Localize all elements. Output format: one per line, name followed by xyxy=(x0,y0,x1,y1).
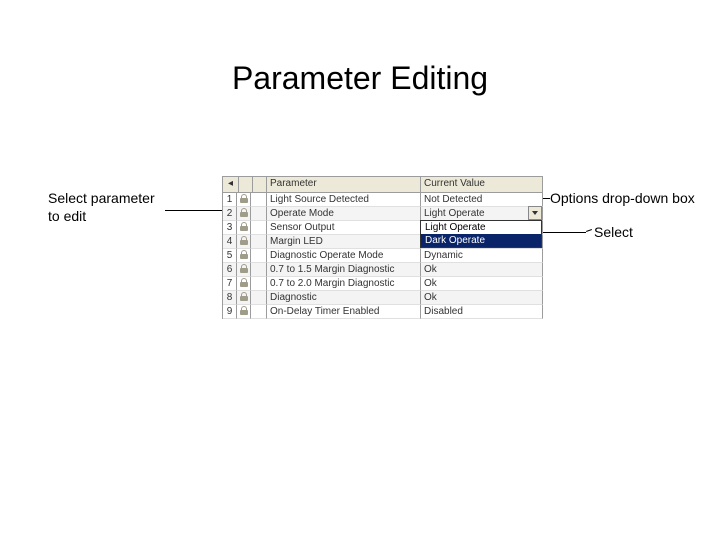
param-value[interactable]: Dynamic xyxy=(421,249,543,263)
param-name: Sensor Output xyxy=(267,221,421,235)
dropdown-list[interactable]: Light OperateDark Operate xyxy=(420,220,542,248)
row-number: 6 xyxy=(223,263,237,277)
param-name: 0.7 to 2.0 Margin Diagnostic xyxy=(267,277,421,291)
lock-icon xyxy=(237,263,251,277)
param-name: On-Delay Timer Enabled xyxy=(267,305,421,319)
table-row[interactable]: 8 DiagnosticOk xyxy=(223,291,543,305)
row-spacer xyxy=(251,291,267,305)
table-row[interactable]: 1 Light Source DetectedNot Detected xyxy=(223,193,543,207)
callout-line-right-2a xyxy=(540,232,586,233)
param-name: Light Source Detected xyxy=(267,193,421,207)
dropdown-option[interactable]: Light Operate xyxy=(421,221,541,234)
lock-icon xyxy=(237,305,251,319)
table-row[interactable]: 5 Diagnostic Operate ModeDynamic xyxy=(223,249,543,263)
lock-icon xyxy=(237,277,251,291)
param-value[interactable]: Ok xyxy=(421,263,543,277)
param-name: Margin LED xyxy=(267,235,421,249)
dropdown-toggle[interactable] xyxy=(528,206,542,220)
row-spacer xyxy=(251,207,267,221)
lock-icon xyxy=(237,221,251,235)
param-value[interactable]: Ok xyxy=(421,291,543,305)
row-spacer xyxy=(251,305,267,319)
param-value[interactable]: Not Detected xyxy=(421,193,543,207)
lock-icon xyxy=(237,235,251,249)
table-row[interactable]: 9 On-Delay Timer EnabledDisabled xyxy=(223,305,543,319)
callout-line-left xyxy=(165,210,222,211)
row-spacer xyxy=(251,193,267,207)
header-value[interactable]: Current Value xyxy=(421,177,543,193)
header-lock xyxy=(239,177,253,193)
row-spacer xyxy=(251,277,267,291)
row-spacer xyxy=(251,263,267,277)
row-spacer xyxy=(251,221,267,235)
row-spacer xyxy=(251,249,267,263)
table-row[interactable]: 2 Operate ModeLight Operate xyxy=(223,207,543,221)
row-number: 3 xyxy=(223,221,237,235)
lock-icon xyxy=(237,249,251,263)
lock-icon xyxy=(237,193,251,207)
row-number: 8 xyxy=(223,291,237,305)
row-number: 1 xyxy=(223,193,237,207)
table-row[interactable]: 6 0.7 to 1.5 Margin DiagnosticOk xyxy=(223,263,543,277)
row-number: 9 xyxy=(223,305,237,319)
lock-icon xyxy=(237,291,251,305)
callout-line-right-2b xyxy=(586,229,592,232)
table-header: ◂ Parameter Current Value xyxy=(223,177,543,193)
param-name: Operate Mode xyxy=(267,207,421,221)
header-num xyxy=(253,177,267,193)
dropdown-option[interactable]: Dark Operate xyxy=(421,234,541,247)
row-number: 5 xyxy=(223,249,237,263)
param-value[interactable]: Light Operate xyxy=(421,207,543,221)
row-number: 4 xyxy=(223,235,237,249)
annotation-select-parameter: Select parameterto edit xyxy=(48,190,155,225)
row-spacer xyxy=(251,235,267,249)
param-value[interactable]: Disabled xyxy=(421,305,543,319)
page-title: Parameter Editing xyxy=(0,60,720,97)
header-parameter[interactable]: Parameter xyxy=(267,177,421,193)
param-name: Diagnostic xyxy=(267,291,421,305)
row-number: 2 xyxy=(223,207,237,221)
param-value[interactable]: Ok xyxy=(421,277,543,291)
row-number: 7 xyxy=(223,277,237,291)
param-name: 0.7 to 1.5 Margin Diagnostic xyxy=(267,263,421,277)
header-expand[interactable]: ◂ xyxy=(223,177,239,193)
param-name: Diagnostic Operate Mode xyxy=(267,249,421,263)
annotation-select: Select xyxy=(594,224,633,240)
annotation-dropdown-box: Options drop-down box xyxy=(550,190,695,206)
chevron-down-icon xyxy=(532,211,538,215)
table-row[interactable]: 7 0.7 to 2.0 Margin DiagnosticOk xyxy=(223,277,543,291)
lock-icon xyxy=(237,207,251,221)
